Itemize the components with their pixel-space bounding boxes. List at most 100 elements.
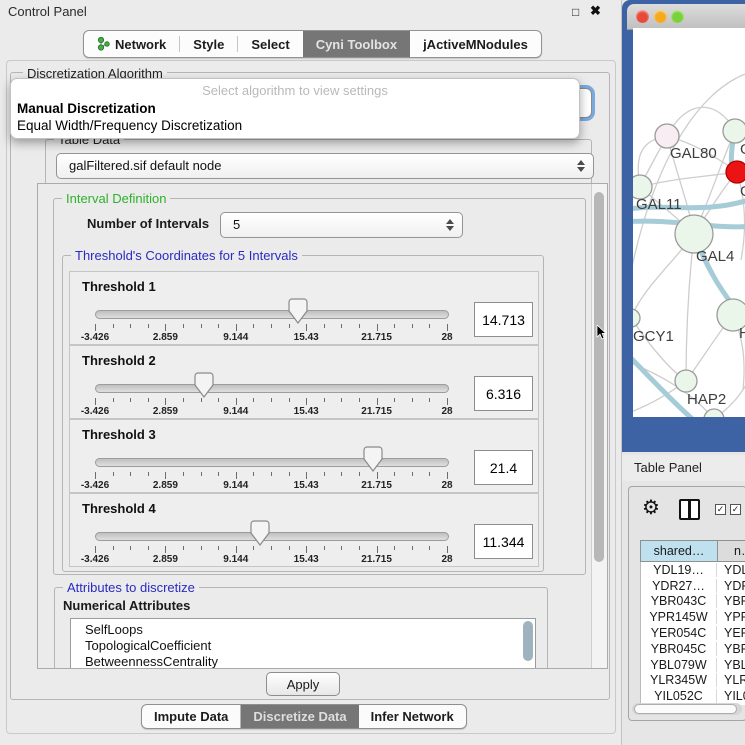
- vertical-scrollbar[interactable]: [591, 184, 607, 668]
- cell-shared-name[interactable]: YDR27…: [641, 579, 717, 593]
- cell-shared-name[interactable]: YER054C: [641, 626, 717, 640]
- slider-tick-label: 2.859: [130, 480, 200, 491]
- slider-tick: [447, 324, 448, 331]
- slider-tick-label: 15.43: [271, 332, 341, 343]
- table-row[interactable]: YBL079WYBL0: [641, 657, 745, 673]
- slider-tick: [306, 324, 307, 331]
- menu-item-manual-discretization[interactable]: Manual Discretization: [17, 101, 156, 116]
- float-window-icon[interactable]: □: [572, 5, 579, 19]
- settings-scrollpane: Interval Definition Number of Intervals …: [37, 183, 608, 669]
- attribute-list-item[interactable]: BetweennessCentrality: [71, 654, 535, 669]
- network-node[interactable]: [723, 119, 745, 143]
- threshold-slider-handle[interactable]: [288, 298, 308, 324]
- checkbox-icon[interactable]: ✓: [715, 504, 726, 515]
- zoom-traffic-light[interactable]: [671, 10, 684, 23]
- threshold-slider-handle[interactable]: [250, 520, 270, 546]
- threshold-value-field[interactable]: 21.4: [474, 450, 533, 485]
- menu-item-equal-width-frequency[interactable]: Equal Width/Frequency Discretization: [17, 118, 242, 133]
- table-row[interactable]: YBR045CYBR0: [641, 641, 745, 657]
- cell-shared-name[interactable]: YIL052C: [641, 689, 717, 703]
- network-canvas[interactable]: GAL80GAL11GAL4GCY1HAP2GAGAHA: [633, 28, 745, 417]
- list-scrollbar-thumb[interactable]: [523, 621, 533, 661]
- network-selected-node[interactable]: [726, 161, 745, 183]
- columns-icon[interactable]: [679, 499, 700, 520]
- table-row[interactable]: YER054CYER0: [641, 625, 745, 641]
- minimize-traffic-light[interactable]: [654, 10, 667, 23]
- numerical-attributes-list[interactable]: SelfLoopsTopologicalCoefficientBetweenne…: [70, 618, 536, 669]
- attribute-list-item[interactable]: TopologicalCoefficient: [71, 638, 535, 654]
- slider-tick: [324, 546, 325, 550]
- close-traffic-light[interactable]: [636, 10, 649, 23]
- table-row[interactable]: YIL052CYIL0: [641, 688, 745, 704]
- tab-select[interactable]: Select: [238, 31, 302, 57]
- horizontal-scrollbar[interactable]: [632, 703, 742, 715]
- threshold-slider-track[interactable]: [95, 458, 449, 467]
- cell-name[interactable]: YER0: [717, 626, 745, 640]
- cell-name[interactable]: YDR2: [717, 579, 745, 593]
- attribute-list-item[interactable]: SelfLoops: [71, 622, 535, 638]
- cell-shared-name[interactable]: YBR043C: [641, 594, 717, 608]
- table-row[interactable]: YPR145WYPR1: [641, 609, 745, 625]
- threshold-value-field[interactable]: 6.316: [474, 376, 533, 411]
- threshold-slider-track[interactable]: [95, 384, 449, 393]
- network-node-label: GAL4: [696, 248, 734, 265]
- tab-jactivemnodules[interactable]: jActiveMNodules: [410, 31, 541, 57]
- cell-name[interactable]: YIL0: [717, 689, 745, 703]
- network-edge[interactable]: [640, 172, 737, 187]
- threshold-value-field[interactable]: 11.344: [474, 524, 533, 559]
- network-window-titlebar[interactable]: [627, 4, 745, 30]
- network-edge[interactable]: [633, 360, 714, 417]
- cell-shared-name[interactable]: YBR045C: [641, 642, 717, 656]
- cell-name[interactable]: YBL0: [717, 658, 745, 672]
- network-node[interactable]: [704, 409, 724, 417]
- threshold-slider-track[interactable]: [95, 532, 449, 541]
- slider-tick: [236, 324, 237, 331]
- table-data-combobox[interactable]: galFiltered.sif default node: [56, 153, 594, 179]
- slider-tick: [201, 546, 202, 550]
- tab-style[interactable]: Style: [180, 31, 237, 57]
- close-icon[interactable]: ✖: [590, 3, 601, 19]
- table-row[interactable]: YDL19…YDL1: [641, 562, 745, 578]
- slider-tick: [113, 472, 114, 476]
- checkbox-icon[interactable]: ✓: [730, 504, 741, 515]
- slider-tick: [95, 546, 96, 553]
- slider-tick: [183, 546, 184, 550]
- network-node[interactable]: [675, 370, 697, 392]
- tab-network[interactable]: Network: [84, 31, 179, 57]
- table-row[interactable]: YBR043CYBR0: [641, 594, 745, 610]
- cell-shared-name[interactable]: YPR145W: [641, 610, 717, 624]
- table-row[interactable]: YDR27…YDR2: [641, 578, 745, 594]
- threshold-slider-track[interactable]: [95, 310, 449, 319]
- table-row[interactable]: YLR345WYLR3: [641, 673, 745, 689]
- horizontal-scrollbar-thumb[interactable]: [634, 704, 737, 714]
- vertical-scrollbar-thumb[interactable]: [594, 192, 604, 562]
- control-panel-window: Control Panel □ ✖ Network Style Select C…: [0, 0, 622, 745]
- cell-name[interactable]: YDL1: [717, 563, 745, 577]
- number-of-intervals-value: 5: [233, 217, 240, 232]
- cell-name[interactable]: YBR0: [717, 642, 745, 656]
- threshold-slider-handle[interactable]: [363, 446, 383, 472]
- cell-shared-name[interactable]: YBL079W: [641, 658, 717, 672]
- tab-cyni-toolbox[interactable]: Cyni Toolbox: [303, 31, 410, 57]
- cell-shared-name[interactable]: YDL19…: [641, 563, 717, 577]
- slider-tick: [218, 398, 219, 402]
- cell-name[interactable]: YPR1: [717, 610, 745, 624]
- cell-shared-name[interactable]: YLR345W: [641, 673, 717, 687]
- network-node[interactable]: [633, 309, 640, 327]
- tab-discretize-data[interactable]: Discretize Data: [241, 705, 358, 728]
- gear-icon[interactable]: ⚙: [642, 495, 660, 520]
- tab-infer-network[interactable]: Infer Network: [359, 705, 466, 728]
- threshold-value-field[interactable]: 14.713: [474, 302, 533, 337]
- slider-tick: [377, 472, 378, 479]
- cell-name[interactable]: YLR3: [717, 673, 745, 687]
- apply-button[interactable]: Apply: [266, 672, 340, 696]
- slider-tick: [341, 398, 342, 402]
- slider-tick: [324, 472, 325, 476]
- column-header-name[interactable]: n…: [718, 540, 745, 562]
- threshold-slider-handle[interactable]: [194, 372, 214, 398]
- cell-name[interactable]: YBR0: [717, 594, 745, 608]
- number-of-intervals-combobox[interactable]: 5: [220, 212, 463, 238]
- tab-impute-data[interactable]: Impute Data: [142, 705, 241, 728]
- column-header-shared-name[interactable]: shared…: [640, 540, 718, 562]
- network-edge[interactable]: [686, 234, 694, 381]
